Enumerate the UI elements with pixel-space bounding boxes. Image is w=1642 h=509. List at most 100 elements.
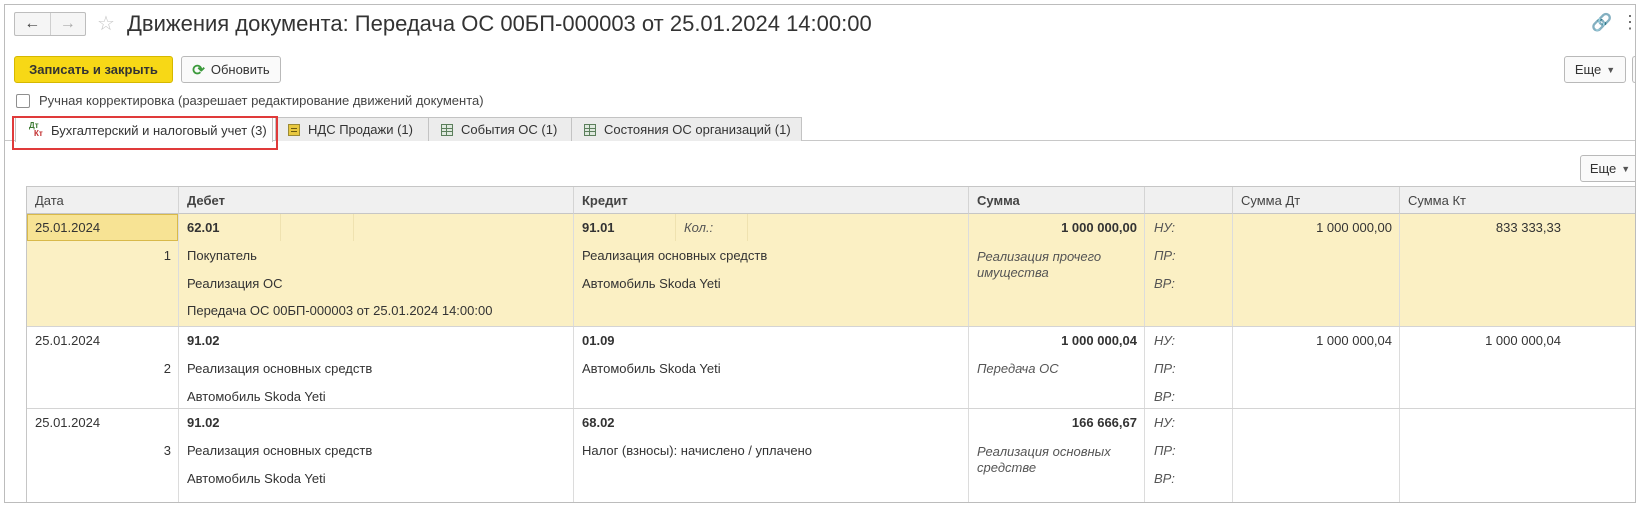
column-divider: [573, 409, 574, 502]
row-date: 25.01.2024: [35, 220, 101, 235]
tab-label: Состояния ОС организаций (1): [604, 122, 791, 137]
row-content: Реализация основных средстве: [977, 444, 1111, 475]
column-header-credit[interactable]: Кредит: [574, 187, 969, 214]
row-sum-dt: 1 000 000,04: [1316, 333, 1392, 348]
vr-label: ВР:: [1154, 276, 1175, 291]
debit-subconto-2: Реализация ОС: [187, 276, 283, 291]
debit-subconto-2: Автомобиль Skoda Yeti: [187, 471, 326, 486]
row-sum-kt: 833 333,33: [1495, 220, 1561, 235]
document-window: ← → ☆ Движения документа: Передача ОС 00…: [4, 4, 1636, 503]
nu-label: НУ:: [1154, 415, 1176, 430]
row-sum: 1 000 000,04: [1061, 333, 1137, 348]
vr-label: ВР:: [1154, 471, 1175, 486]
debit-subconto-3: Передача ОС 00БП-000003 от 25.01.2024 14…: [187, 303, 493, 318]
tab-vat-sales[interactable]: НДС Продажи (1): [275, 117, 429, 141]
navigation-buttons: ← →: [14, 12, 86, 36]
refresh-button-label: Обновить: [210, 62, 270, 77]
tab-label: События ОС (1): [461, 122, 558, 137]
subcell-divider: [353, 214, 354, 241]
tab-asset-events[interactable]: События ОС (1): [428, 117, 572, 141]
row-sum: 1 000 000,00: [1061, 220, 1137, 235]
debit-subconto-1: Реализация основных средств: [187, 361, 373, 376]
table-row[interactable]: 25.01.2024 2 91.02 Реализация основных с…: [27, 327, 1635, 409]
overflow-button[interactable]: [1632, 56, 1635, 83]
column-divider: [1144, 409, 1145, 502]
debit-account: 91.02: [187, 333, 220, 348]
debit-account: 62.01: [187, 220, 220, 235]
save-and-close-button[interactable]: Записать и закрыть: [14, 56, 173, 83]
link-icon[interactable]: 🔗: [1591, 13, 1612, 33]
column-divider: [178, 214, 179, 326]
credit-subconto-1: Налог (взносы): начислено / уплачено: [582, 443, 812, 458]
subcell-divider: [675, 214, 676, 241]
row-content: Реализация прочего имущества: [977, 249, 1102, 280]
manual-edit-checkbox[interactable]: [16, 94, 30, 108]
row-number: 3: [163, 443, 171, 458]
row-number: 2: [163, 361, 171, 376]
tab-highlight-frame: [12, 116, 278, 150]
debit-subconto-1: Покупатель: [187, 248, 257, 263]
column-header-debit[interactable]: Дебет: [179, 187, 574, 214]
column-divider: [1399, 409, 1400, 502]
refresh-icon: ⟳: [192, 61, 205, 79]
row-date: 25.01.2024: [35, 333, 101, 348]
debit-subconto-1: Реализация основных средств: [187, 443, 373, 458]
credit-subconto-2: Автомобиль Skoda Yeti: [582, 276, 721, 291]
column-header-sum-kt[interactable]: Сумма Кт: [1400, 187, 1635, 214]
debit-account: 91.02: [187, 415, 220, 430]
column-divider: [968, 214, 969, 326]
column-divider: [573, 214, 574, 326]
subcell-divider: [280, 214, 281, 241]
row-sum: 166 666,67: [1071, 415, 1137, 430]
column-divider: [1144, 327, 1145, 408]
page-title: Движения документа: Передача ОС 00БП-000…: [127, 11, 872, 36]
column-header-sum[interactable]: Сумма: [969, 187, 1145, 214]
subcell-divider: [747, 214, 748, 241]
vr-label: ВР:: [1154, 389, 1175, 404]
forward-arrow-icon[interactable]: →: [49, 13, 86, 35]
table-row[interactable]: 25.01.2024 1 62.01 Покупатель Реализация…: [27, 214, 1635, 327]
pr-label: ПР:: [1154, 443, 1176, 458]
pr-label: ПР:: [1154, 248, 1176, 263]
credit-account: 01.09: [582, 333, 615, 348]
tab-asset-states[interactable]: Состояния ОС организаций (1): [571, 117, 802, 141]
nu-label: НУ:: [1154, 220, 1176, 235]
movements-table: Дата Дебет Кредит Сумма Сумма Дт Сумма К…: [26, 186, 1635, 502]
column-header-type[interactable]: [1145, 187, 1233, 214]
table-row[interactable]: 25.01.2024 3 91.02 Реализация основных с…: [27, 409, 1635, 502]
table-more-button[interactable]: Еще ▼: [1580, 155, 1635, 182]
debit-subconto-2: Автомобиль Skoda Yeti: [187, 389, 326, 404]
column-divider: [178, 409, 179, 502]
pr-label: ПР:: [1154, 361, 1176, 376]
credit-subconto-1: Автомобиль Skoda Yeti: [582, 361, 721, 376]
credit-account: 68.02: [582, 415, 615, 430]
column-header-date[interactable]: Дата: [27, 187, 179, 214]
nu-label: НУ:: [1154, 333, 1176, 348]
favorite-star-icon[interactable]: ☆: [97, 11, 115, 36]
column-divider: [178, 327, 179, 408]
refresh-button[interactable]: ⟳ Обновить: [181, 56, 281, 83]
column-divider: [573, 327, 574, 408]
column-divider: [968, 327, 969, 408]
more-vertical-icon[interactable]: ⋮: [1621, 12, 1635, 33]
row-date: 25.01.2024: [35, 415, 101, 430]
credit-subconto-1: Реализация основных средств: [582, 248, 768, 263]
table-icon: [584, 123, 596, 136]
column-divider: [1144, 214, 1145, 326]
chevron-down-icon: ▼: [1621, 163, 1631, 174]
chevron-down-icon: ▼: [1606, 64, 1616, 75]
register-icon: [288, 123, 300, 136]
column-divider: [1232, 409, 1233, 502]
row-content: Передача ОС: [977, 361, 1059, 376]
column-divider: [968, 409, 969, 502]
tab-label: НДС Продажи (1): [308, 122, 413, 137]
row-number: 1: [163, 248, 171, 263]
table-icon: [441, 123, 453, 136]
row-sum-dt: 1 000 000,00: [1316, 220, 1392, 235]
table-more-label: Еще: [1589, 161, 1617, 176]
more-button-label: Еще: [1574, 62, 1602, 77]
more-button[interactable]: Еще ▼: [1564, 56, 1626, 83]
column-header-sum-dt[interactable]: Сумма Дт: [1233, 187, 1400, 214]
row-sum-kt: 1 000 000,04: [1485, 333, 1561, 348]
back-arrow-icon[interactable]: ←: [15, 13, 50, 35]
